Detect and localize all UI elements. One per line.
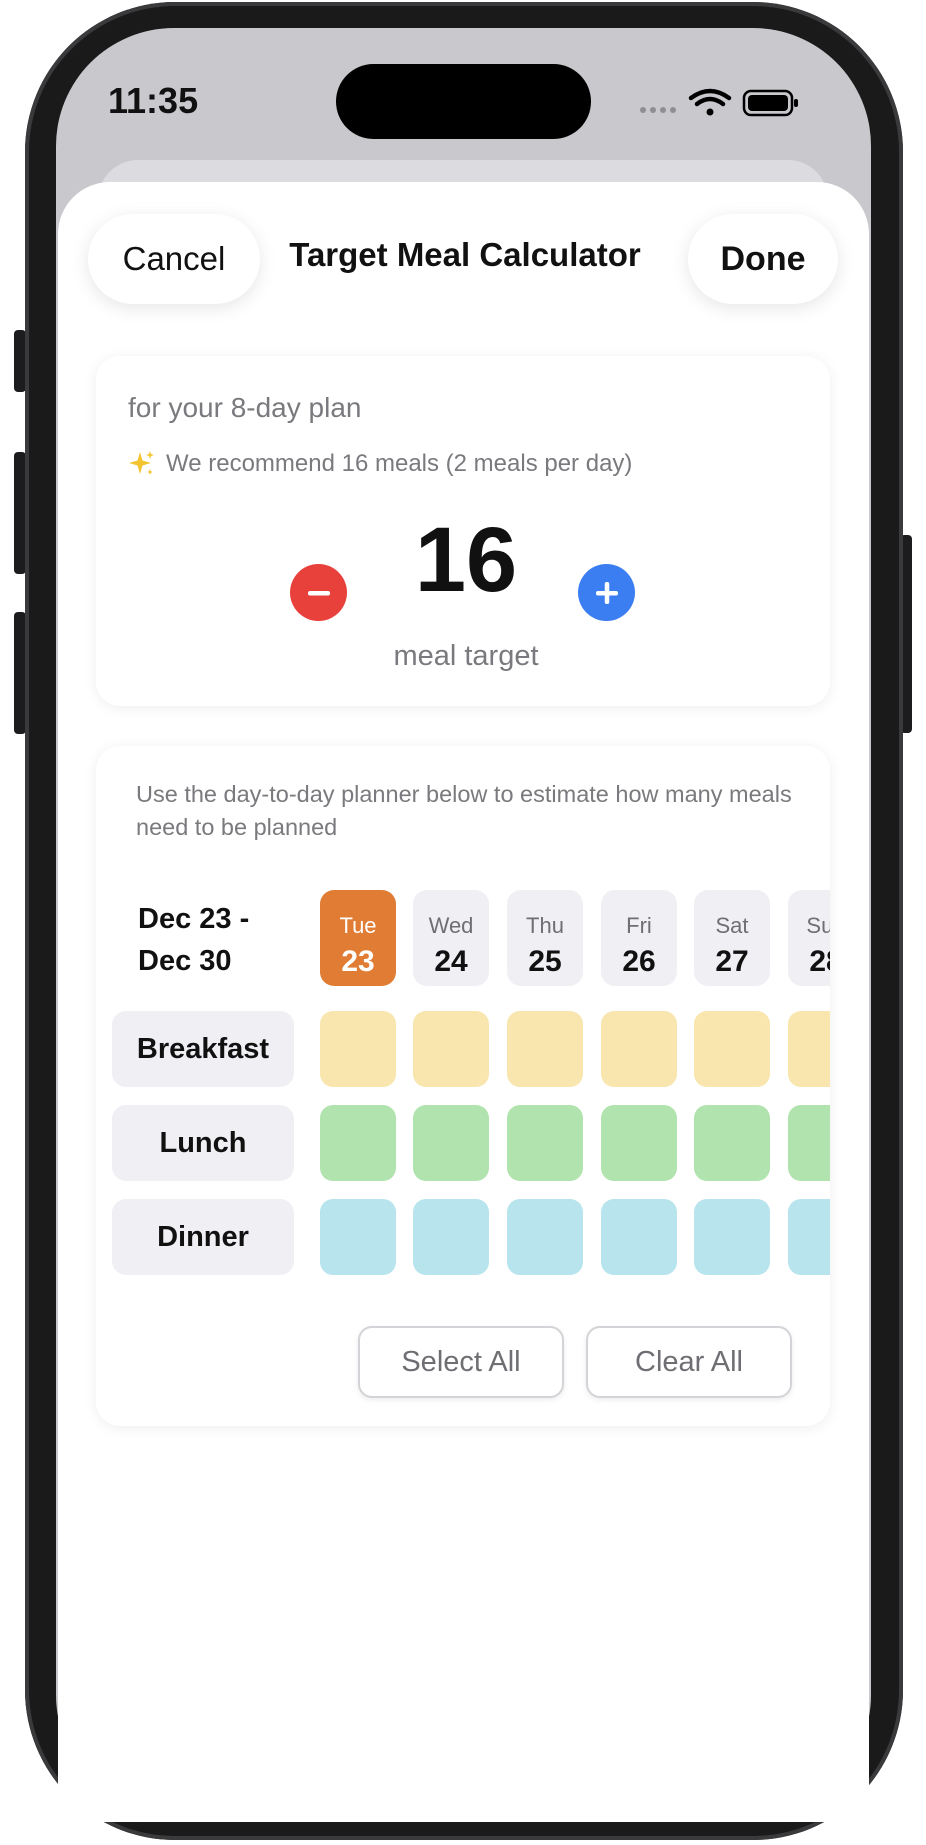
day-header-sun[interactable]: Sun 28 xyxy=(788,890,830,986)
dynamic-island xyxy=(336,64,591,139)
meal-label-dinner: Dinner xyxy=(112,1199,294,1275)
day-name: Wed xyxy=(428,913,474,938)
day-date: 26 xyxy=(622,945,656,978)
recommendation-row: We recommend 16 meals (2 meals per day) xyxy=(128,450,632,478)
increment-button[interactable] xyxy=(578,564,635,621)
meal-cell-breakfast-tue[interactable] xyxy=(320,1011,396,1087)
meal-cell-breakfast-sat[interactable] xyxy=(694,1011,770,1087)
select-all-button[interactable]: Select All xyxy=(358,1326,564,1398)
meal-cell-breakfast-wed[interactable] xyxy=(413,1011,489,1087)
cellular-signal-icon xyxy=(640,107,676,113)
meal-cell-breakfast-fri[interactable] xyxy=(601,1011,677,1087)
meal-cell-lunch-fri[interactable] xyxy=(601,1105,677,1181)
recommendation-text: We recommend 16 meals (2 meals per day) xyxy=(166,450,633,477)
meal-cell-dinner-sun[interactable] xyxy=(788,1199,830,1275)
day-name: Sat xyxy=(715,913,749,938)
day-date: 25 xyxy=(528,945,562,978)
day-name: Tue xyxy=(339,913,377,938)
meal-cell-lunch-sun[interactable] xyxy=(788,1105,830,1181)
meal-cell-dinner-sat[interactable] xyxy=(694,1199,770,1275)
day-name: Fri xyxy=(626,913,652,938)
meal-label-lunch: Lunch xyxy=(112,1105,294,1181)
day-date: 28 xyxy=(809,945,830,978)
battery-icon xyxy=(742,89,798,117)
sparkles-icon xyxy=(129,451,154,475)
status-time: 11:35 xyxy=(108,80,199,121)
day-header-fri[interactable]: Fri 26 xyxy=(601,890,677,986)
day-header-tue[interactable]: Tue 23 xyxy=(320,890,396,986)
day-name: Sun xyxy=(806,913,830,938)
meal-cell-lunch-tue[interactable] xyxy=(320,1105,396,1181)
meal-count-label: meal target xyxy=(393,640,539,672)
day-planner-card: Use the day-to-day planner below to esti… xyxy=(96,746,830,1426)
done-button[interactable]: Done xyxy=(688,214,838,304)
meal-cell-lunch-thu[interactable] xyxy=(507,1105,583,1181)
minus-icon xyxy=(307,590,330,595)
plan-duration-text: for your 8-day plan xyxy=(128,392,362,423)
day-date: 27 xyxy=(715,945,749,978)
plus-icon xyxy=(595,581,618,604)
page-title: Target Meal Calculator xyxy=(289,236,641,273)
meal-cell-dinner-wed[interactable] xyxy=(413,1199,489,1275)
cancel-button[interactable]: Cancel xyxy=(88,214,260,304)
day-header-sat[interactable]: Sat 27 xyxy=(694,890,770,986)
meal-cell-breakfast-thu[interactable] xyxy=(507,1011,583,1087)
day-header-thu[interactable]: Thu 25 xyxy=(507,890,583,986)
status-icons xyxy=(640,88,798,117)
meal-cell-dinner-thu[interactable] xyxy=(507,1199,583,1275)
day-name: Thu xyxy=(526,913,564,938)
meal-target-card: for your 8-day plan We recommend 16 meal… xyxy=(96,356,830,706)
decrement-button[interactable] xyxy=(290,564,347,621)
meal-cell-lunch-sat[interactable] xyxy=(694,1105,770,1181)
date-range-start: Dec 23 - xyxy=(138,903,250,935)
meal-cell-lunch-wed[interactable] xyxy=(413,1105,489,1181)
planner-description: Use the day-to-day planner below to esti… xyxy=(136,781,792,840)
date-range: Dec 23 - Dec 30 xyxy=(138,898,288,982)
clear-all-button[interactable]: Clear All xyxy=(586,1326,792,1398)
wifi-icon xyxy=(688,88,732,116)
meal-cell-dinner-fri[interactable] xyxy=(601,1199,677,1275)
meal-cell-breakfast-sun[interactable] xyxy=(788,1011,830,1087)
meal-cell-dinner-tue[interactable] xyxy=(320,1199,396,1275)
meal-count: 16 xyxy=(414,509,518,611)
date-range-end: Dec 30 xyxy=(138,945,232,978)
day-date: 23 xyxy=(341,945,375,978)
day-date: 24 xyxy=(434,945,468,978)
day-header-wed[interactable]: Wed 24 xyxy=(413,890,489,986)
meal-label-breakfast: Breakfast xyxy=(112,1011,294,1087)
